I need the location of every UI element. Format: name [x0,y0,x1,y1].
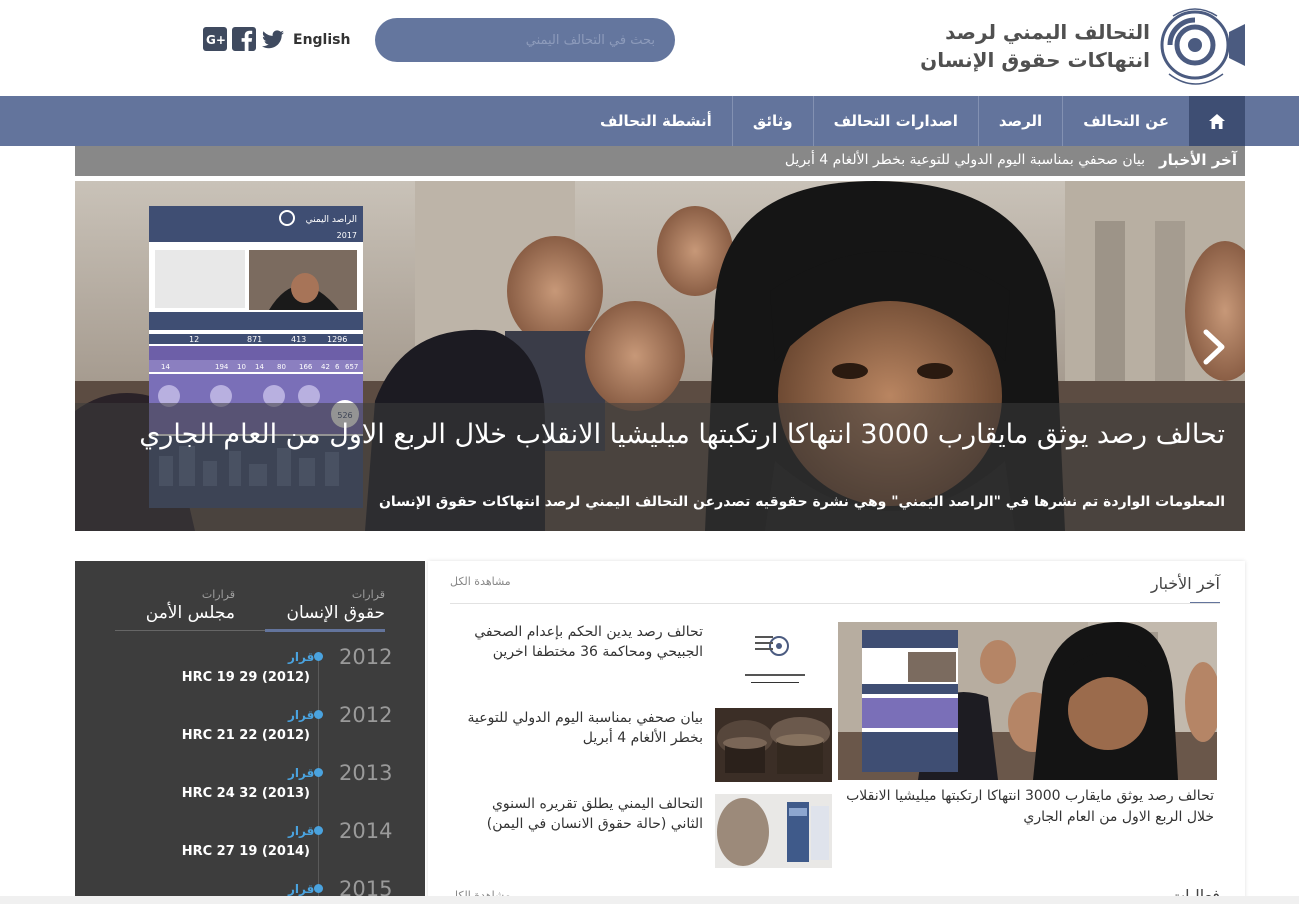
poster-number-2: 413 [291,335,306,344]
news-thumbnail[interactable] [715,708,832,782]
poster-number-4: 14 [161,363,170,371]
hero-slider[interactable]: الراصد اليمني 2017 12 871 413 1296 14 19… [75,181,1245,531]
twitter-icon[interactable] [261,27,285,51]
poster-number-9: 166 [299,363,313,371]
ticker-headline-link[interactable]: بيان صحفي بمناسبة اليوم الدولي للتوعية ب… [785,152,1145,168]
timeline-tag: قرار [288,650,315,664]
timeline-tag: قرار [288,766,315,780]
timeline-year: 2013 [339,761,393,785]
poster-number-0: 12 [189,335,199,344]
tab-security-council-small: قرارات [201,588,235,601]
timeline-dot [314,652,323,661]
slider-next-arrow-icon[interactable] [1201,329,1227,365]
news-item-link[interactable]: بيان صحفي بمناسبة اليوم الدولي للتوعية ب… [466,708,703,748]
nav-item-publications[interactable]: اصدارات التحالف [812,96,978,146]
timeline-dot [314,826,323,835]
tab-security-council[interactable]: قرارات مجلس الأمن [115,588,235,623]
resolution-link[interactable]: (HRC 27 19 (2014 [182,844,310,859]
nav-item-monitoring[interactable]: الرصد [977,96,1062,146]
timeline-year: 2012 [339,645,393,669]
nav-item-activities[interactable]: أنشطة التحالف [580,96,732,146]
svg-text:G+: G+ [206,33,226,47]
poster-number-3: 1296 [327,335,347,344]
timeline-tag: قرار [288,882,315,896]
timeline-dot [314,768,323,777]
site-header: التحالف اليمني لرصد انتهاكات حقوق الإنسا… [0,0,1299,96]
featured-news-thumbnail[interactable] [838,622,1217,780]
news-divider [450,603,1220,604]
logo-title-line1: التحالف اليمني لرصد [945,20,1150,44]
poster-brand: الراصد اليمني [306,215,357,225]
view-all-news-link[interactable]: مشاهدة الكل [450,575,511,588]
poster-number-7: 14 [255,363,264,371]
nav-item-documents[interactable]: وثائق [731,96,813,146]
news-thumbnail[interactable] [715,622,832,696]
poster-number-1: 871 [247,335,262,344]
timeline-year: 2014 [339,819,393,843]
main-navigation: عن التحالف الرصد اصدارات التحالف وثائق أ… [0,96,1299,146]
tab-human-rights-small: قرارات [351,588,385,601]
timeline-line [318,652,319,904]
search-input[interactable] [375,18,675,62]
poster-year: 2017 [337,231,357,240]
ticker-label: آخر الأخبار [1158,151,1237,169]
tab-human-rights-label: حقوق الإنسان [286,603,385,623]
news-item-link[interactable]: التحالف اليمني يطلق تقريره السنوي الثاني… [466,794,703,834]
latest-news-heading: آخر الأخبار [1150,574,1220,593]
timeline-tag: قرار [288,708,315,722]
tab-security-council-label: مجلس الأمن [145,603,235,623]
google-plus-icon[interactable]: G+ [203,27,227,51]
poster-number-10: 42 [321,363,330,371]
resolution-link[interactable]: (HRC 19 29 (2012 [182,670,310,685]
featured-news-link[interactable]: تحالف رصد يوثق مايقارب 3000 انتهاكا ارتك… [840,786,1214,828]
active-tab-indicator [265,629,385,632]
site-logo[interactable] [1155,2,1247,88]
slide-title-link[interactable]: تحالف رصد يوثق مايقارب 3000 انتهاكا ارتك… [105,417,1225,453]
facebook-icon[interactable] [232,27,256,51]
poster-number-6: 10 [237,363,246,371]
timeline-year: 2012 [339,703,393,727]
news-ticker: آخر الأخبار بيان صحفي بمناسبة اليوم الدو… [75,146,1245,176]
poster-number-11: 6 [335,363,340,371]
timeline-dot [314,884,323,893]
timeline-dot [314,710,323,719]
nav-home-button[interactable] [1189,96,1245,146]
timeline-tag: قرار [288,824,315,838]
language-switch-link[interactable]: English [293,32,350,48]
tab-divider [115,630,265,631]
nav-item-about[interactable]: عن التحالف [1062,96,1189,146]
resolution-link[interactable]: (HRC 24 32 (2013 [182,786,310,801]
poster-number-12: 657 [345,363,358,371]
poster-number-8: 80 [277,363,286,371]
resolution-link[interactable]: (HRC 21 22 (2012 [182,728,310,743]
slide-subtitle: المعلومات الواردة تم نشرها في "الراصد ال… [378,494,1225,510]
news-item-link[interactable]: تحالف رصد يدين الحكم بإعدام الصحفي الجبي… [466,622,703,662]
logo-title-line2: انتهاكات حقوق الإنسان [920,48,1150,72]
news-thumbnail[interactable] [715,794,832,868]
tab-human-rights[interactable]: قرارات حقوق الإنسان [265,588,385,623]
home-icon [1209,113,1225,129]
page-scroll-edge [0,896,1299,904]
poster-number-5: 194 [215,363,229,371]
